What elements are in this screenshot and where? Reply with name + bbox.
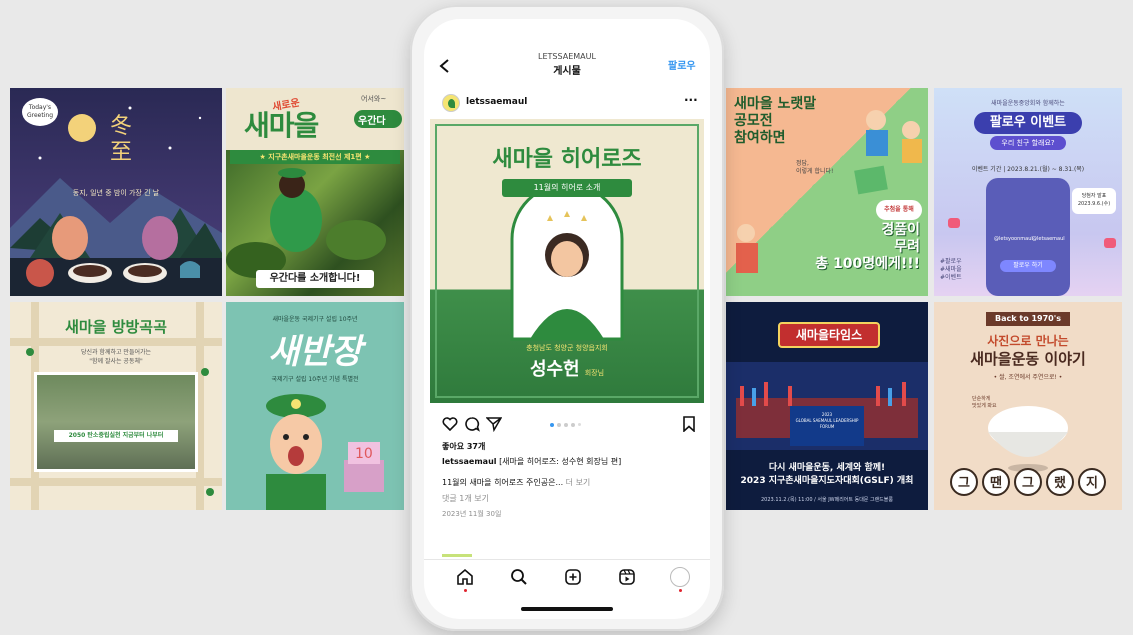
post-tile-bangbang[interactable]: 새마을 방방곡곡 당신과 함께하고 만들어가는 "함께 잘사는 공동체" 205…	[10, 302, 222, 510]
contest-prize: 경품이 무려 총 100명에게!!!	[815, 222, 920, 272]
uganda-badge-text: 우간다	[358, 116, 386, 127]
more-options-icon[interactable]: ···	[684, 93, 698, 107]
reels-icon[interactable]	[618, 568, 636, 586]
heart-icon	[948, 218, 960, 228]
carousel-dot	[564, 423, 568, 427]
bangbang-banner: 2050 탄소중립실천 지금부터 나부터	[54, 430, 178, 442]
market-top-text: 새마을운동 국제기구 설립 10주년	[272, 316, 358, 323]
bottom-char: 그	[1014, 468, 1042, 496]
home-active-dot	[464, 589, 467, 592]
bottom-nav-divider	[424, 559, 710, 560]
new-post-icon[interactable]	[564, 568, 582, 586]
photo-subtitle: • 쌀, 조연에서 주연으로! •	[993, 374, 1063, 381]
avatar[interactable]	[442, 94, 460, 112]
photo-badge: Back to 1970's	[986, 312, 1070, 326]
svg-text:10: 10	[355, 446, 373, 462]
caption-username[interactable]: letssaemaul	[442, 457, 497, 466]
next-post-peek	[442, 554, 472, 557]
winter-subtitle: 동지, 일년 중 밤이 가장 긴 날	[72, 189, 160, 197]
post-username[interactable]: letssaemaul	[466, 97, 527, 107]
post-tile-market[interactable]: 새마을운동 국제기구 설립 10주년 새반장 국제기구 설립 10주년 기념 특…	[226, 302, 404, 510]
uganda-sign: 어서와~	[361, 95, 387, 103]
comment-icon[interactable]	[464, 416, 480, 432]
instagram-screen: LETSSAEMAUL 게시물 팔로우 letssaemaul ··· 새마을 …	[424, 19, 710, 619]
home-icon[interactable]	[456, 568, 474, 586]
photo-bottom-chars: 그 땐 그 랬 지	[950, 468, 1110, 496]
bottom-char: 땐	[982, 468, 1010, 496]
carousel-dot-active	[550, 423, 554, 427]
photo-title-2: 새마을운동 이야기	[970, 350, 1086, 368]
greeting-badge: Today's Greeting	[22, 98, 58, 126]
follow-handle-1: @letsyoonmaul	[994, 236, 1033, 242]
times-forum: 2023 GLOBAL SAEMAUL LEADERSHIP FORUM	[795, 412, 859, 429]
caption-row: letssaemaul [새마을 히어로즈: 성수현 회장님 편]	[442, 456, 621, 467]
follow-top: 새마을운동중앙회와 함께하는	[991, 100, 1065, 107]
bangbang-subtitle: 당신과 함께하고 만들어가는 "함께 잘사는 공동체"	[80, 349, 152, 365]
post-tile-uganda[interactable]: 새로운 어서와~ 새마을 우간다 ★ 지구촌새마을운동 최전선 제1편 ★ 우간…	[226, 88, 404, 296]
winter-title: 冬 至	[110, 114, 133, 165]
post-tile-photo-story[interactable]: Back to 1970's 사진으로 만나는 새마을운동 이야기 • 쌀, 조…	[934, 302, 1122, 510]
times-title: 새마을타임스	[778, 322, 880, 348]
caption-text: [새마을 히어로즈: 성수현 회장님 편]	[499, 457, 622, 466]
uganda-bottom-caption: 우간다를 소개합니다!	[256, 270, 374, 288]
bottom-char: 그	[950, 468, 978, 496]
bottom-char: 랬	[1046, 468, 1074, 496]
contest-badge: 추첨을 통해	[876, 200, 922, 220]
hero-title: 새마을 히어로즈	[492, 147, 642, 172]
follow-button[interactable]: 팔로우	[668, 57, 696, 72]
view-comments-link[interactable]: 댓글 1개 보기	[442, 493, 489, 504]
follow-title: 팔로우 이벤트	[974, 112, 1082, 134]
bangbang-title: 새마을 방방곡곡	[65, 318, 167, 336]
hero-name: 성수헌	[529, 359, 580, 380]
bangbang-photo	[34, 372, 198, 472]
phone-mockup: LETSSAEMAUL 게시물 팔로우 letssaemaul ··· 새마을 …	[410, 5, 724, 631]
carousel-dots	[550, 423, 581, 427]
photo-title-1: 사진으로 만나는	[987, 334, 1069, 348]
follow-period: 이벤트 기간 | 2023.8.21.(월) ~ 8.31.(목)	[971, 166, 1085, 173]
hero-name-row: 성수헌 회장님	[430, 355, 704, 381]
hero-role: 회장님	[584, 369, 605, 377]
post-tile-winter-solstice[interactable]: Today's Greeting 冬 至 동지, 일년 중 밤이 가장 긴 날	[10, 88, 222, 296]
post-tile-follow-event[interactable]: 새마을운동중앙회와 함께하는 팔로우 이벤트 우리 친구 할래요? 이벤트 기간…	[934, 88, 1122, 296]
more-link[interactable]: 더 보기	[566, 478, 591, 487]
caption-line-2-row: 11월의 새마을 히어로즈 주인공은... 더 보기	[442, 477, 590, 488]
leaf-icon	[448, 99, 455, 108]
profile-icon[interactable]	[670, 567, 690, 587]
caption-line-2: 11월의 새마을 히어로즈 주인공은...	[442, 478, 564, 487]
bottom-char: 지	[1078, 468, 1106, 496]
uganda-title: 새마을	[244, 109, 319, 142]
heart-icon[interactable]	[442, 417, 458, 431]
carousel-dot	[571, 423, 575, 427]
cheering-character-illustration: 10	[266, 394, 384, 510]
profile-notification-dot	[679, 589, 682, 592]
times-caption: 다시 새마을운동, 세계와 함께! 2023 지구촌새마을지도자대회(GSLF)…	[740, 463, 914, 486]
follow-subtitle: 우리 친구 할래요?	[990, 136, 1066, 150]
market-title: 새반장	[268, 332, 362, 372]
post-date: 2023년 11월 30일	[442, 510, 502, 518]
share-icon[interactable]	[486, 416, 502, 432]
likes-count[interactable]: 좋아요 37개	[442, 441, 485, 452]
hero-org: 충청남도 청양군 청양읍지회	[526, 344, 608, 352]
post-tile-saemaul-times[interactable]: 새마을타임스 2023 GLOBAL SAEMAUL LEADERSHIP FO…	[726, 302, 928, 510]
follow-announce: 당첨자 발표 2023.9.6.(수)	[1072, 188, 1116, 214]
follow-handle-2: @letsaemaul	[1032, 236, 1065, 242]
follow-button-mock: 팔로우 하기	[1000, 260, 1056, 272]
post-image[interactable]: 새마을 히어로즈 11월의 히어로 소개 충청남도 청양군 청양읍지회 성수헌 …	[430, 119, 704, 403]
times-date: 2023.11.2.(목) 11:00 / 서울 JW메리어트 동대문 그랜드볼…	[761, 497, 893, 503]
bookmark-icon[interactable]	[682, 416, 696, 432]
uganda-ribbon: ★ 지구촌새마을운동 최전선 제1편 ★	[230, 150, 400, 164]
carousel-dot	[557, 423, 561, 427]
bowl-note: 단순하게 맛있게 봐요	[972, 396, 997, 409]
post-tile-song-contest[interactable]: 새마을 노랫말 공모전 참여하면 정답, 이렇게 합니다! 추첨을 통해 경품이…	[726, 88, 928, 296]
home-indicator	[521, 607, 613, 611]
heart-icon	[1104, 238, 1116, 248]
carousel-dot	[578, 423, 581, 426]
search-icon[interactable]	[510, 568, 528, 586]
hero-ribbon: 11월의 히어로 소개	[502, 179, 632, 197]
follow-hashtags: #팔로우 #새마을 #이벤트	[940, 258, 962, 281]
